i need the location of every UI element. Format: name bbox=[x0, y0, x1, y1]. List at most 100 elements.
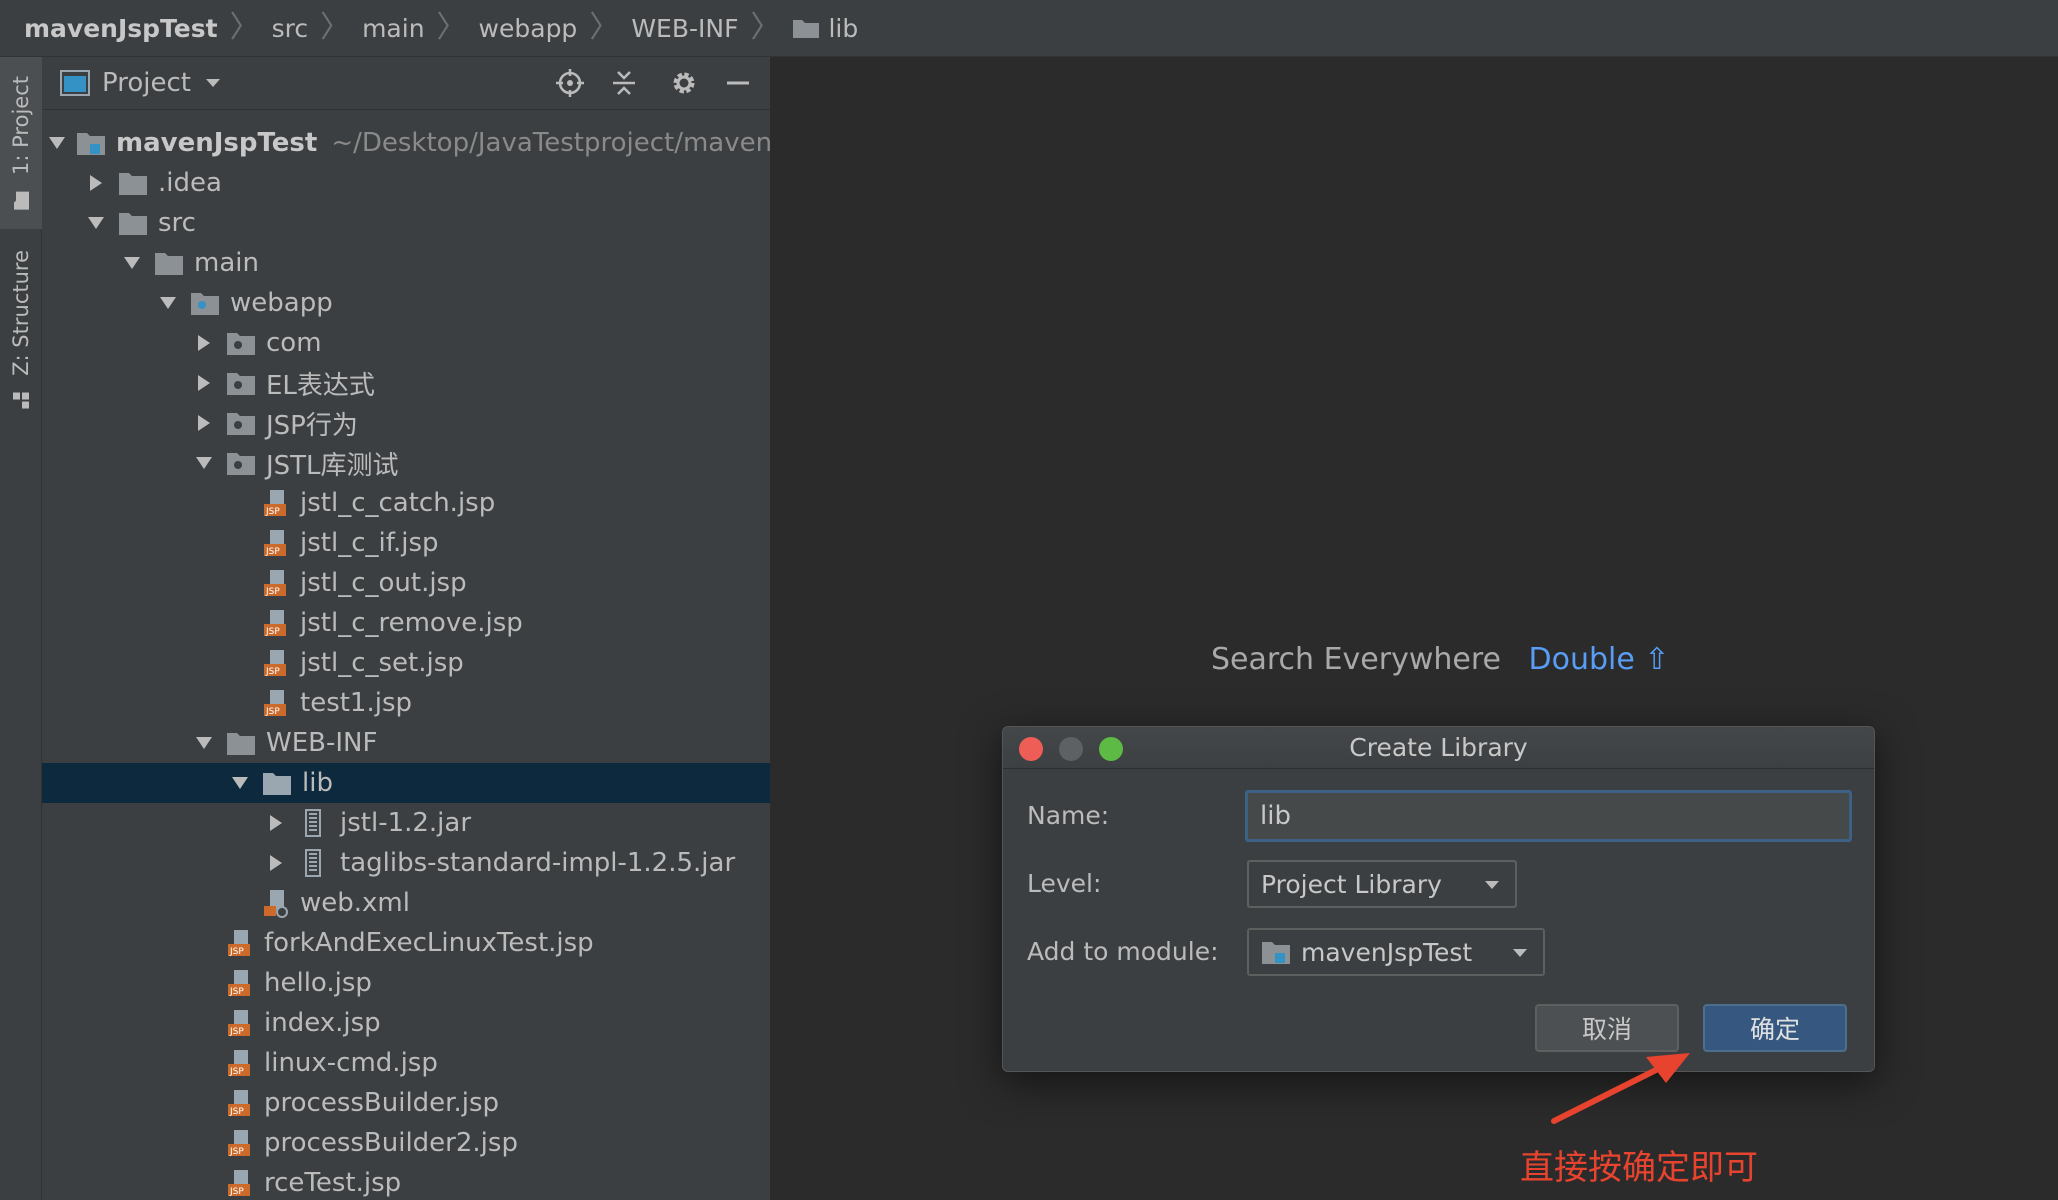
tree-row[interactable]: .idea bbox=[42, 163, 770, 203]
tree-row[interactable]: webapp bbox=[42, 283, 770, 323]
tree-row[interactable]: JSP processBuilder.jsp bbox=[42, 1083, 770, 1123]
tree-row[interactable]: web.xml bbox=[42, 883, 770, 923]
project-panel-header: Project bbox=[42, 57, 770, 110]
tree-row[interactable]: JSP行为 bbox=[42, 403, 770, 443]
tree-row[interactable]: JSP forkAndExecLinuxTest.jsp bbox=[42, 923, 770, 963]
tree-row[interactable]: JSP jstl_c_if.jsp bbox=[42, 523, 770, 563]
breadcrumb-item-main[interactable]: main bbox=[362, 14, 424, 43]
tree-row[interactable]: JSP rceTest.jsp bbox=[42, 1163, 770, 1200]
chevron-down-icon bbox=[1513, 949, 1527, 957]
tree-row[interactable]: JSP test1.jsp bbox=[42, 683, 770, 723]
chevron-right-icon: 〉 bbox=[750, 10, 781, 45]
chevron-down-icon[interactable] bbox=[203, 76, 223, 90]
svg-text:JSP: JSP bbox=[229, 1187, 244, 1197]
tree-row[interactable]: JSP processBuilder2.jsp bbox=[42, 1123, 770, 1163]
module-select-value: mavenJspTest bbox=[1301, 937, 1473, 967]
breadcrumb-item-label: lib bbox=[828, 13, 859, 43]
expand-arrow-icon[interactable] bbox=[192, 451, 216, 475]
expand-arrow-icon[interactable] bbox=[228, 771, 252, 795]
ok-button[interactable]: 确定 bbox=[1703, 1004, 1847, 1052]
expand-arrow-icon[interactable] bbox=[192, 731, 216, 755]
tree-item-label: rceTest.jsp bbox=[264, 1168, 402, 1198]
tree-row[interactable]: mavenJspTest ~/Desktop/JavaTestproject/m… bbox=[42, 123, 770, 163]
module-select[interactable]: mavenJspTest bbox=[1247, 928, 1545, 976]
breadcrumb: mavenJspTest 〉 src 〉 main 〉 webapp 〉 WEB… bbox=[0, 0, 2058, 57]
svg-text:JSP: JSP bbox=[229, 1027, 244, 1037]
chevron-down-icon bbox=[1485, 881, 1499, 889]
tree-row[interactable]: jstl-1.2.jar bbox=[42, 803, 770, 843]
folder-icon bbox=[119, 213, 147, 235]
jsp-file-icon: JSP bbox=[228, 1170, 250, 1197]
module-folder-icon bbox=[1262, 942, 1290, 964]
tool-tab-structure[interactable]: Z: Structure bbox=[0, 245, 42, 415]
svg-text:JSP: JSP bbox=[229, 947, 244, 957]
tree-row[interactable]: JSP jstl_c_set.jsp bbox=[42, 643, 770, 683]
tree-item-label: test1.jsp bbox=[300, 688, 413, 718]
tree-row[interactable]: JSP index.jsp bbox=[42, 1003, 770, 1043]
tree-row[interactable]: JSP hello.jsp bbox=[42, 963, 770, 1003]
tree-item-label: processBuilder.jsp bbox=[264, 1088, 500, 1118]
library-name-input[interactable] bbox=[1245, 790, 1852, 842]
tree-row[interactable]: JSP jstl_c_out.jsp bbox=[42, 563, 770, 603]
breadcrumb-item-project[interactable]: mavenJspTest bbox=[24, 14, 218, 43]
tree-item-label: WEB-INF bbox=[266, 728, 378, 758]
tree-item-label: jstl_c_set.jsp bbox=[300, 648, 464, 678]
dialog-title: Create Library bbox=[1349, 733, 1528, 762]
jsp-file-icon: JSP bbox=[228, 1090, 250, 1117]
jsp-file-icon: JSP bbox=[228, 970, 250, 997]
expand-arrow-icon[interactable] bbox=[156, 291, 180, 315]
add-to-module-label: Add to module: bbox=[1027, 937, 1219, 966]
breadcrumb-item-webinf[interactable]: WEB-INF bbox=[631, 14, 738, 43]
tree-row[interactable]: JSP jstl_c_remove.jsp bbox=[42, 603, 770, 643]
gear-icon[interactable] bbox=[668, 67, 700, 99]
jar-icon bbox=[305, 849, 321, 877]
tree-item-label: jstl_c_out.jsp bbox=[300, 568, 467, 598]
expand-arrow-icon[interactable] bbox=[84, 211, 108, 235]
level-select-value: Project Library bbox=[1261, 869, 1442, 899]
collapsed-arrow-icon[interactable] bbox=[192, 411, 216, 435]
tree-row[interactable]: main bbox=[42, 243, 770, 283]
tree-item-label: web.xml bbox=[300, 888, 410, 918]
tree-row[interactable]: WEB-INF bbox=[42, 723, 770, 763]
tree-row[interactable]: JSP jstl_c_catch.jsp bbox=[42, 483, 770, 523]
tree-item-label: jstl_c_catch.jsp bbox=[300, 488, 496, 518]
expand-arrow-icon[interactable] bbox=[120, 251, 144, 275]
tool-tab-label: 1: Project bbox=[9, 76, 33, 210]
tree-row[interactable]: JSTL库测试 bbox=[42, 443, 770, 483]
tool-tab-project[interactable]: 1: Project bbox=[0, 57, 42, 229]
tree-row[interactable]: com bbox=[42, 323, 770, 363]
tree-item-label: EL表达式 bbox=[266, 370, 375, 401]
tree-item-label: JSTL库测试 bbox=[266, 450, 399, 481]
tree-row[interactable]: src bbox=[42, 203, 770, 243]
collapse-all-icon[interactable] bbox=[608, 67, 640, 99]
folder-icon bbox=[119, 173, 147, 195]
folder-icon bbox=[263, 773, 291, 795]
structure-icon bbox=[13, 392, 29, 409]
collapsed-arrow-icon[interactable] bbox=[264, 811, 288, 835]
tree-item-label: mavenJspTest bbox=[116, 128, 318, 158]
tree-row[interactable]: taglibs-standard-impl-1.2.5.jar bbox=[42, 843, 770, 883]
level-select[interactable]: Project Library bbox=[1247, 860, 1517, 908]
collapsed-arrow-icon[interactable] bbox=[84, 171, 108, 195]
jsp-file-icon: JSP bbox=[264, 570, 286, 597]
tree-item-label: main bbox=[194, 248, 259, 278]
project-view-selector[interactable]: Project bbox=[102, 68, 191, 98]
collapsed-arrow-icon[interactable] bbox=[264, 851, 288, 875]
jsp-file-icon: JSP bbox=[228, 930, 250, 957]
hide-panel-icon[interactable] bbox=[722, 67, 754, 99]
tree-row[interactable]: EL表达式 bbox=[42, 363, 770, 403]
breadcrumb-item-lib[interactable]: lib bbox=[792, 14, 858, 43]
folder-icon bbox=[227, 733, 255, 755]
collapsed-arrow-icon[interactable] bbox=[192, 371, 216, 395]
breadcrumb-item-webapp[interactable]: webapp bbox=[479, 14, 578, 43]
locate-icon[interactable] bbox=[554, 67, 586, 99]
breadcrumb-item-src[interactable]: src bbox=[272, 14, 309, 43]
collapsed-arrow-icon[interactable] bbox=[192, 331, 216, 355]
search-hint-label: Search Everywhere bbox=[1211, 642, 1501, 677]
tree-row-selected[interactable]: lib bbox=[42, 763, 770, 803]
search-everywhere-hint: Search Everywhere Double ⇧ bbox=[1211, 642, 1670, 677]
tree-item-label: linux-cmd.jsp bbox=[264, 1048, 438, 1078]
expand-arrow-icon[interactable] bbox=[48, 131, 66, 155]
jsp-file-icon: JSP bbox=[228, 1130, 250, 1157]
tree-row[interactable]: JSP linux-cmd.jsp bbox=[42, 1043, 770, 1083]
